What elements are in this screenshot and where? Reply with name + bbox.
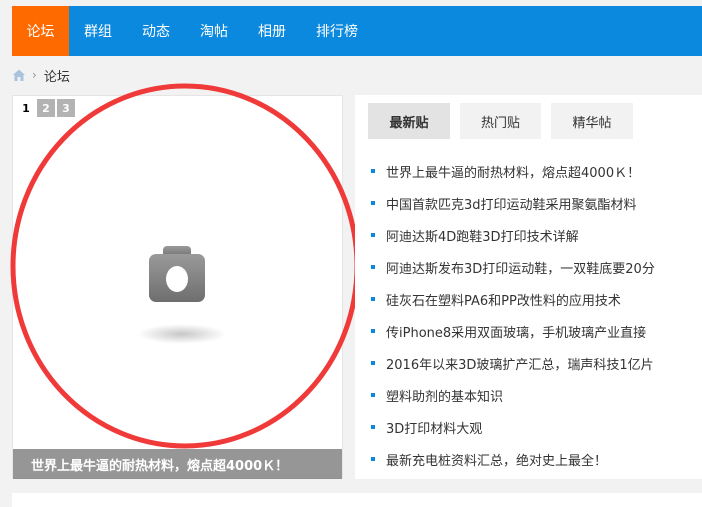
bottom-panel <box>12 493 702 507</box>
thread-list-panel: 最新贴 热门贴 精华帖 世界上最牛逼的耐热材料，熔点超4000Ｋ！ 中国首款匹克… <box>355 95 702 479</box>
camera-shadow <box>137 324 227 344</box>
list-item[interactable]: 世界上最牛逼的耐热材料，熔点超4000Ｋ！ <box>371 155 655 187</box>
nav-item-rankings[interactable]: 排行榜 <box>301 6 373 56</box>
nav-item-albums[interactable]: 相册 <box>243 6 301 56</box>
bullet-icon <box>371 297 375 301</box>
thread-title[interactable]: 塑料助剂的基本知识 <box>386 386 503 405</box>
bullet-icon <box>371 169 375 173</box>
tab-hot[interactable]: 热门贴 <box>460 103 541 139</box>
thread-title[interactable]: 阿迪达斯发布3D打印运动鞋，一双鞋底要20分 <box>386 258 655 277</box>
bullet-icon <box>371 457 375 461</box>
thread-title[interactable]: 硅灰石在塑料PA6和PP改性料的应用技术 <box>386 290 621 309</box>
bullet-icon <box>371 425 375 429</box>
nav-item-collections[interactable]: 淘帖 <box>185 6 243 56</box>
list-item[interactable]: 传iPhone8采用双面玻璃，手机玻璃产业直接 <box>371 315 655 347</box>
breadcrumb: › 论坛 <box>12 64 70 86</box>
thread-tabs: 最新贴 热门贴 精华帖 <box>368 103 633 139</box>
nav-item-feed[interactable]: 动态 <box>127 6 185 56</box>
list-item[interactable]: 阿迪达斯4D跑鞋3D打印技术详解 <box>371 219 655 251</box>
list-item[interactable]: 3D打印材料大观 <box>371 411 655 443</box>
bullet-icon <box>371 265 375 269</box>
slider-pager: 1 2 3 <box>17 99 75 117</box>
list-item[interactable]: 最新充电桩资料汇总，绝对史上最全！ <box>371 443 655 475</box>
nav-item-groups[interactable]: 群组 <box>69 6 127 56</box>
bullet-icon <box>371 361 375 365</box>
bullet-icon <box>371 393 375 397</box>
thread-title[interactable]: 3D打印材料大观 <box>386 418 482 437</box>
tab-featured[interactable]: 精华帖 <box>551 103 633 139</box>
slider-page-1[interactable]: 1 <box>17 99 35 117</box>
thread-title[interactable]: 阿迪达斯4D跑鞋3D打印技术详解 <box>386 226 579 245</box>
bullet-icon <box>371 233 375 237</box>
bullet-icon <box>371 329 375 333</box>
breadcrumb-current[interactable]: 论坛 <box>44 66 70 85</box>
slider-page-2[interactable]: 2 <box>37 99 55 117</box>
camera-icon <box>147 242 207 310</box>
thread-title[interactable]: 传iPhone8采用双面玻璃，手机玻璃产业直接 <box>386 322 646 341</box>
thread-title[interactable]: 最新充电桩资料汇总，绝对史上最全！ <box>386 450 607 469</box>
bullet-icon <box>371 201 375 205</box>
nav-item-forum[interactable]: 论坛 <box>12 6 69 56</box>
tab-latest[interactable]: 最新贴 <box>368 103 450 139</box>
image-slider[interactable]: 1 2 3 世界上最牛逼的耐热材料，熔点超4000Ｋ！ <box>12 95 343 479</box>
slider-page-3[interactable]: 3 <box>57 99 75 117</box>
list-item[interactable]: 2016年以来3D玻璃扩产汇总，瑞声科技1亿片 <box>371 347 655 379</box>
thread-title[interactable]: 中国首款匹克3d打印运动鞋采用聚氨酯材料 <box>386 194 637 213</box>
breadcrumb-separator: › <box>32 68 37 82</box>
list-item[interactable]: 中国首款匹克3d打印运动鞋采用聚氨酯材料 <box>371 187 655 219</box>
top-nav-bar: 论坛 群组 动态 淘帖 相册 排行榜 <box>12 6 702 56</box>
thread-title[interactable]: 2016年以来3D玻璃扩产汇总，瑞声科技1亿片 <box>386 354 654 373</box>
thread-title[interactable]: 世界上最牛逼的耐热材料，熔点超4000Ｋ！ <box>386 162 640 181</box>
home-icon[interactable] <box>12 68 26 82</box>
slide-caption[interactable]: 世界上最牛逼的耐热材料，熔点超4000Ｋ！ <box>13 449 342 479</box>
thread-list: 世界上最牛逼的耐热材料，熔点超4000Ｋ！ 中国首款匹克3d打印运动鞋采用聚氨酯… <box>371 155 655 475</box>
list-item[interactable]: 阿迪达斯发布3D打印运动鞋，一双鞋底要20分 <box>371 251 655 283</box>
list-item[interactable]: 硅灰石在塑料PA6和PP改性料的应用技术 <box>371 283 655 315</box>
list-item[interactable]: 塑料助剂的基本知识 <box>371 379 655 411</box>
